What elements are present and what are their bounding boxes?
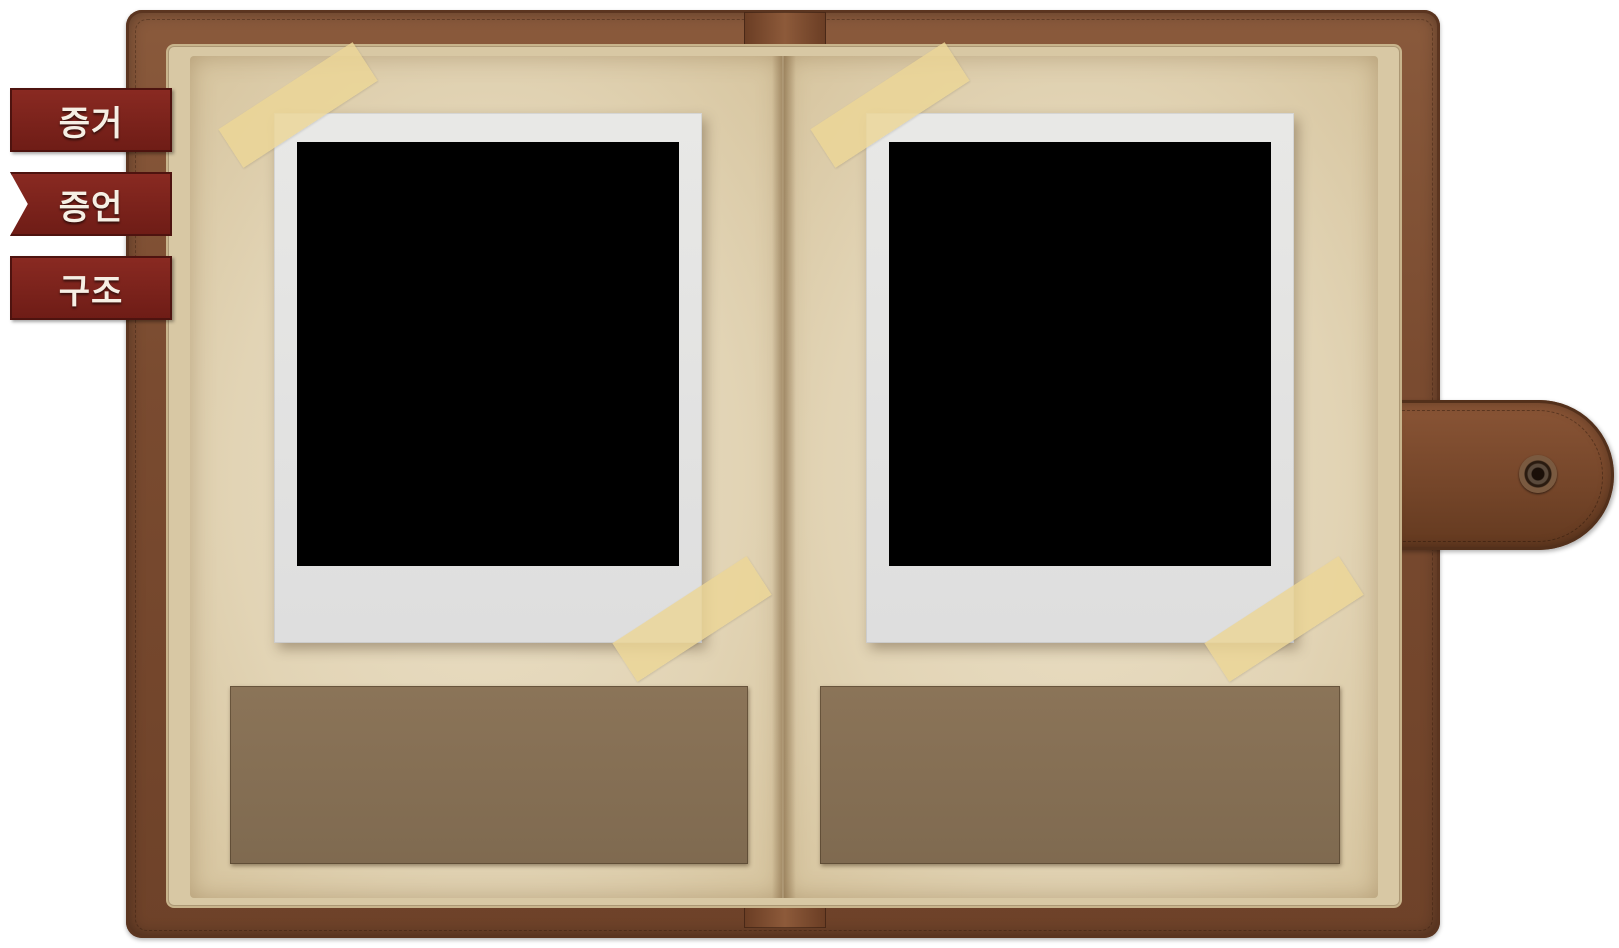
left-photo[interactable] — [297, 142, 679, 566]
clasp-rivet-icon — [1519, 455, 1557, 493]
left-photo-frame[interactable] — [274, 113, 702, 643]
evidence-notebook: 증거 증언 구조 — [0, 0, 1619, 948]
tab-evidence-label: 증거 — [58, 103, 124, 144]
page-gutter — [772, 56, 796, 898]
tab-testimony-label: 증언 — [58, 187, 124, 228]
tab-structure[interactable]: 구조 — [10, 256, 172, 320]
tab-evidence[interactable]: 증거 — [10, 88, 172, 152]
right-photo-frame[interactable] — [866, 113, 1294, 643]
tab-structure-label: 구조 — [58, 271, 124, 312]
left-caption-card — [230, 686, 748, 864]
right-photo[interactable] — [889, 142, 1271, 566]
strap-stitching — [1392, 410, 1603, 542]
tab-testimony[interactable]: 증언 — [10, 172, 172, 236]
right-caption-card — [820, 686, 1340, 864]
